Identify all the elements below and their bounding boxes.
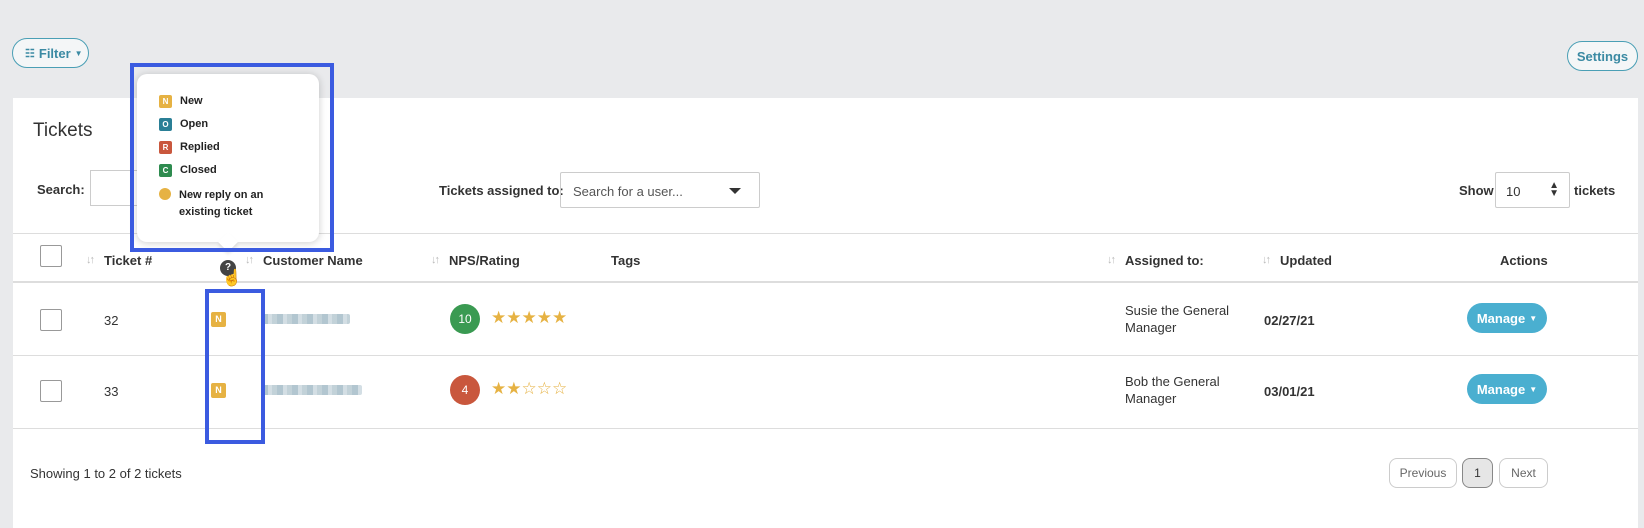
- rating-stars: ★★★★★: [491, 308, 568, 327]
- tickets-label: tickets: [1574, 183, 1616, 198]
- nps-score: 10: [450, 304, 480, 334]
- row-checkbox[interactable]: [40, 380, 62, 402]
- assigned-label: Tickets assigned to:: [439, 183, 564, 198]
- updated-date: 02/27/21: [1264, 313, 1315, 328]
- hand-cursor-icon: ☝: [222, 270, 242, 287]
- pagination-info: Showing 1 to 2 of 2 tickets: [30, 466, 182, 481]
- spinner-icon: ▲ ▼: [1549, 180, 1559, 199]
- sort-icon[interactable]: ↓↑: [431, 254, 440, 266]
- assigned-placeholder: Search for a user...: [573, 184, 683, 199]
- page-title: Tickets: [33, 120, 93, 141]
- ticket-number: 32: [104, 313, 119, 328]
- caret-down-icon: ▼: [1529, 384, 1538, 394]
- col-actions: Actions: [1500, 253, 1548, 268]
- settings-button[interactable]: Settings: [1567, 41, 1638, 71]
- filter-label: Filter: [38, 45, 71, 61]
- highlight-box-status-column: [205, 289, 265, 444]
- sort-icon[interactable]: ↓↑: [1107, 254, 1116, 266]
- rating-stars: ★★☆☆☆: [491, 379, 568, 398]
- updated-date: 03/01/21: [1264, 384, 1315, 399]
- col-ticket[interactable]: Ticket #: [104, 253, 152, 268]
- customer-name-redacted[interactable]: [262, 314, 350, 324]
- filter-button[interactable]: ☷ Filter ▼: [12, 38, 89, 68]
- settings-label: Settings: [1576, 48, 1629, 64]
- assigned-user: Susie the General Manager: [1125, 303, 1230, 335]
- col-updated[interactable]: Updated: [1280, 253, 1332, 268]
- page-size-select[interactable]: 10 ▲ ▼: [1495, 172, 1570, 208]
- show-label: Show: [1459, 183, 1494, 198]
- page-1-button[interactable]: 1: [1462, 458, 1493, 488]
- highlight-box-legend: [130, 63, 334, 252]
- caret-down-icon: ▼: [1529, 313, 1538, 323]
- search-label: Search:: [37, 182, 85, 197]
- assigned-user-select[interactable]: Search for a user...: [560, 172, 760, 208]
- page-size-value: 10: [1506, 184, 1521, 199]
- col-assigned[interactable]: Assigned to:: [1125, 253, 1204, 268]
- assigned-user: Bob the General Manager: [1125, 374, 1220, 406]
- sort-icon[interactable]: ↓↑: [86, 254, 95, 266]
- ticket-number: 33: [104, 384, 119, 399]
- col-tags: Tags: [611, 253, 641, 268]
- manage-label: Manage: [1476, 310, 1526, 326]
- previous-button[interactable]: Previous: [1389, 458, 1457, 488]
- sort-icon[interactable]: ↓↑: [245, 254, 254, 266]
- row-checkbox[interactable]: [40, 309, 62, 331]
- next-button[interactable]: Next: [1499, 458, 1548, 488]
- filter-icon: ☷: [25, 47, 35, 60]
- nps-score: 4: [450, 375, 480, 405]
- caret-down-icon: [729, 188, 741, 194]
- manage-button[interactable]: Manage ▼: [1467, 303, 1547, 333]
- sort-icon[interactable]: ↓↑: [1262, 254, 1271, 266]
- select-all-checkbox[interactable]: [40, 245, 62, 267]
- col-customer[interactable]: Customer Name: [263, 253, 363, 268]
- col-nps[interactable]: NPS/Rating: [449, 253, 520, 268]
- customer-name-redacted[interactable]: [262, 385, 362, 395]
- manage-button[interactable]: Manage ▼: [1467, 374, 1547, 404]
- caret-down-icon: ▼: [74, 48, 83, 58]
- manage-label: Manage: [1476, 381, 1526, 397]
